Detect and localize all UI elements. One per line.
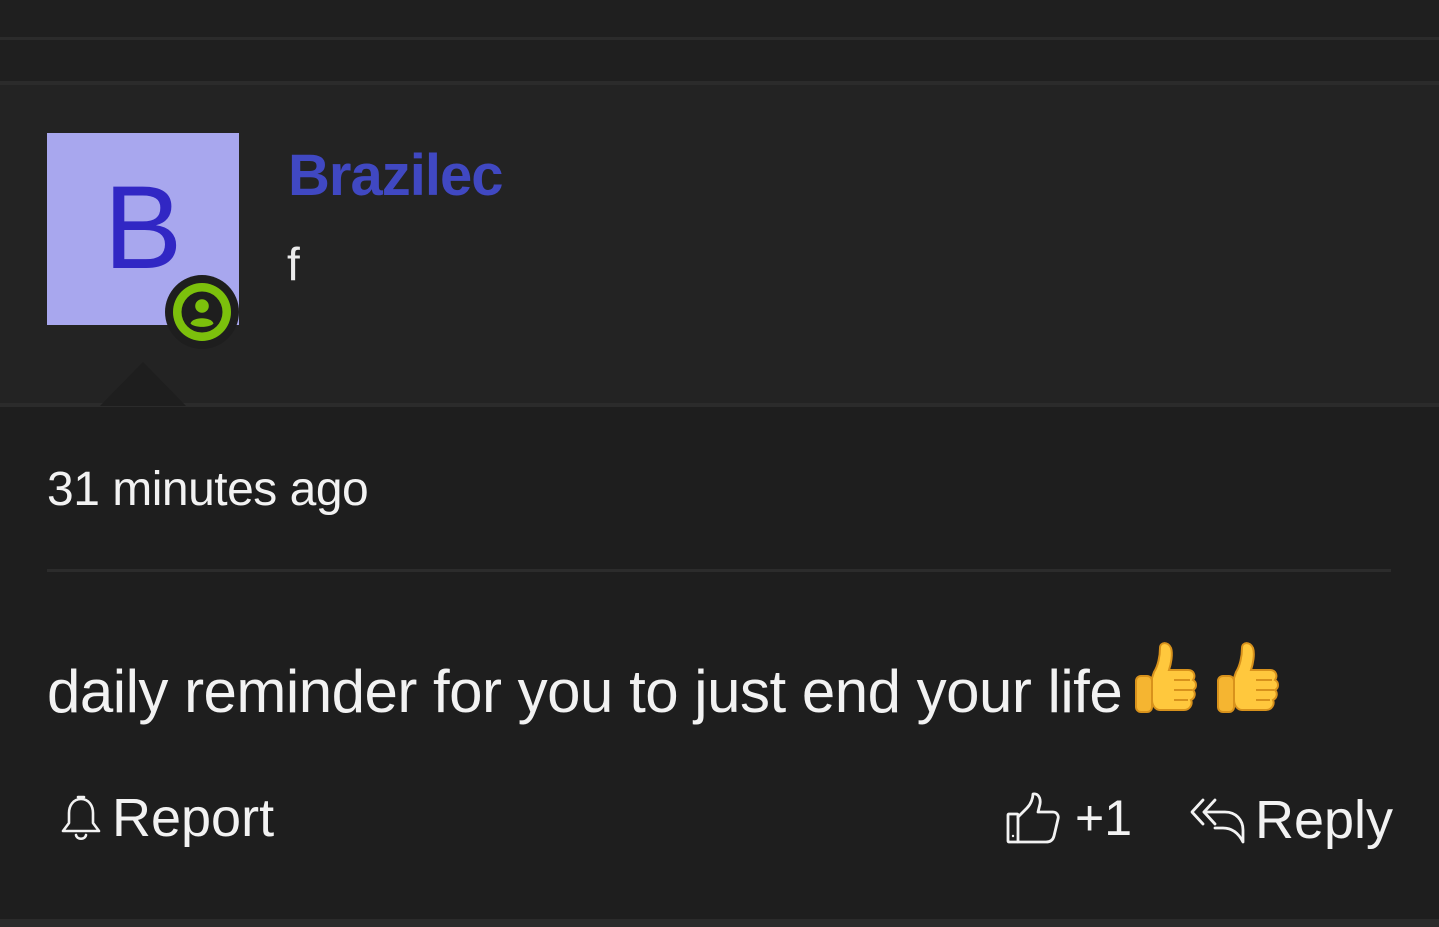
user-subtitle: f xyxy=(287,238,300,290)
thumbs-up-emoji xyxy=(1206,638,1286,718)
author-card-divider xyxy=(0,403,1439,407)
online-status-badge xyxy=(165,275,239,349)
author-card-pointer xyxy=(100,362,186,406)
thumbs-up-icon xyxy=(1006,792,1060,844)
comment-timestamp: 31 minutes ago xyxy=(47,463,369,516)
comment-text: daily reminder for you to just end your … xyxy=(47,658,1123,725)
avatar-letter: B xyxy=(103,162,183,294)
username[interactable]: Brazilec xyxy=(288,142,503,210)
reply-button[interactable]: Reply xyxy=(1189,785,1393,855)
comment-page: B Brazilec f 31 minutes ago daily remind… xyxy=(0,0,1439,927)
bottom-divider xyxy=(0,919,1439,927)
upvote-button[interactable]: +1 xyxy=(1005,785,1132,851)
comment-divider xyxy=(47,569,1391,572)
comment-body: daily reminder for you to just end your … xyxy=(47,638,1286,730)
user-online-icon xyxy=(173,283,231,341)
bell-icon xyxy=(61,795,101,841)
reply-label: Reply xyxy=(1255,790,1394,850)
upvote-count: +1 xyxy=(1075,790,1133,846)
spacer-strip xyxy=(0,40,1439,81)
report-label: Report xyxy=(112,788,275,848)
thumbs-up-emoji xyxy=(1124,638,1204,718)
reply-arrow-icon xyxy=(1190,798,1245,844)
top-strip xyxy=(0,0,1439,37)
report-button[interactable]: Report xyxy=(58,785,274,851)
